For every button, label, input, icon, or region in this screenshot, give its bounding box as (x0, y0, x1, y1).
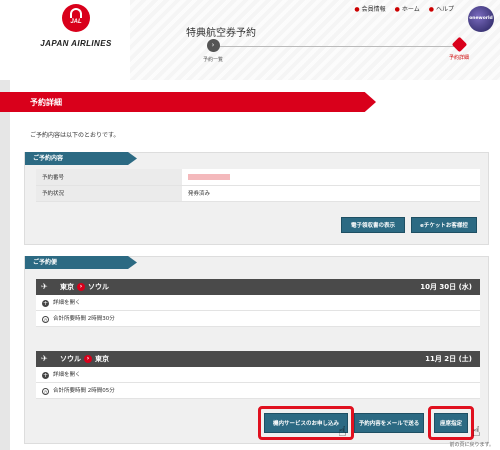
reservation-table: 予約番号 予約状況 発券済み (36, 169, 480, 202)
flight-card-outbound: ✈ 東京 › ソウル 10月 30日 (水) + 詳細を開く ◷ 合計所要時間 2時間3… (36, 279, 480, 327)
intro-text: ご予約内容は以下のとおりです。 (30, 132, 120, 139)
oneworld-logo: oneworld (468, 6, 494, 32)
arrow-right-icon: › (84, 355, 92, 363)
member-info-link[interactable]: ● 会員情報 (354, 4, 385, 13)
plus-icon: + (42, 372, 49, 379)
eticket-button[interactable]: eチケットお客様控 (411, 217, 477, 233)
flight-route: ソウル › 東京 (60, 355, 109, 363)
flight-date: 10月 30日 (水) (420, 283, 472, 291)
home-link[interactable]: ● ホーム (395, 4, 420, 13)
main-content: 予約詳細 ご予約内容は以下のとおりです。 ご予約内容 予約番号 予約状況 発券済… (0, 80, 500, 450)
inflight-service-button[interactable]: 機内サービスのお申し込み (264, 413, 348, 433)
site-header: JAL JAPAN AIRLINES 特典航空券予約 ● 会員情報 ● ホーム ● ヘ… (0, 0, 500, 80)
flight-header: ✈ ソウル › 東京 11月 2日 (土) (36, 351, 480, 367)
flight-header: ✈ 東京 › ソウル 10月 30日 (水) (36, 279, 480, 295)
reservation-section: ご予約内容 予約番号 予約状況 発券済み 電子領収書の表示 eチケットお客様控 (24, 152, 489, 245)
email-reservation-button[interactable]: 予約内容をメールで送る (354, 413, 424, 433)
back-link[interactable]: 前の頁に戻ります。 (449, 441, 494, 448)
arrow-right-icon: › (77, 283, 85, 291)
table-row: 予約番号 (36, 169, 480, 186)
step-reservation-list[interactable]: › 予約一覧 (193, 39, 233, 63)
clock-icon: ◷ (42, 388, 49, 395)
page-title: 特典航空券予約 (186, 28, 256, 39)
jal-logo[interactable]: JAL JAPAN AIRLINES (30, 4, 122, 54)
flight-route: 東京 › ソウル (60, 283, 109, 291)
seat-selection-button[interactable]: 座席指定 (434, 413, 468, 433)
clock-icon: ◷ (42, 316, 49, 323)
reservation-number-value (182, 169, 480, 186)
plus-icon: + (42, 300, 49, 307)
help-link[interactable]: ● ヘルプ (429, 4, 454, 13)
receipt-button[interactable]: 電子領収書の表示 (341, 217, 405, 233)
person-icon: ● (354, 6, 360, 13)
airplane-icon: ✈ (41, 354, 48, 363)
crane-logo-icon: JAL (62, 4, 90, 32)
flights-tab: ご予約便 (25, 256, 137, 269)
table-row: 予約状況 発券済み (36, 185, 480, 202)
progress-line (213, 46, 459, 47)
banner-title: 予約詳細 (30, 98, 62, 107)
airplane-icon: ✈ (41, 282, 48, 291)
expand-details-toggle[interactable]: + 詳細を開く (36, 367, 480, 383)
home-icon: ● (394, 6, 400, 13)
hand-cursor-icon: ☝ (338, 424, 347, 440)
arrow-right-icon: › (206, 39, 220, 52)
reservation-status-label: 予約状況 (36, 185, 182, 202)
step-reservation-detail: 予約詳細 (439, 36, 479, 61)
brand-name: JAPAN AIRLINES (40, 39, 112, 48)
flight-card-return: ✈ ソウル › 東京 11月 2日 (土) + 詳細を開く ◷ 合計所要時間 2時間05… (36, 351, 480, 399)
reservation-status-value: 発券済み (182, 185, 480, 202)
hand-cursor-icon: ☝ (472, 424, 481, 440)
pin-icon (451, 36, 467, 53)
flight-date: 11月 2日 (土) (425, 355, 472, 363)
expand-details-toggle[interactable]: + 詳細を開く (36, 295, 480, 311)
utility-nav: ● 会員情報 ● ホーム ● ヘルプ (354, 4, 454, 13)
flight-duration: ◷ 合計所要時間 2時間05分 (36, 383, 480, 399)
reservation-number-label: 予約番号 (36, 169, 182, 186)
masked-value (188, 173, 230, 180)
help-icon: ● (428, 6, 434, 13)
flight-duration: ◷ 合計所要時間 2時間30分 (36, 311, 480, 327)
reservation-tab: ご予約内容 (25, 152, 137, 165)
